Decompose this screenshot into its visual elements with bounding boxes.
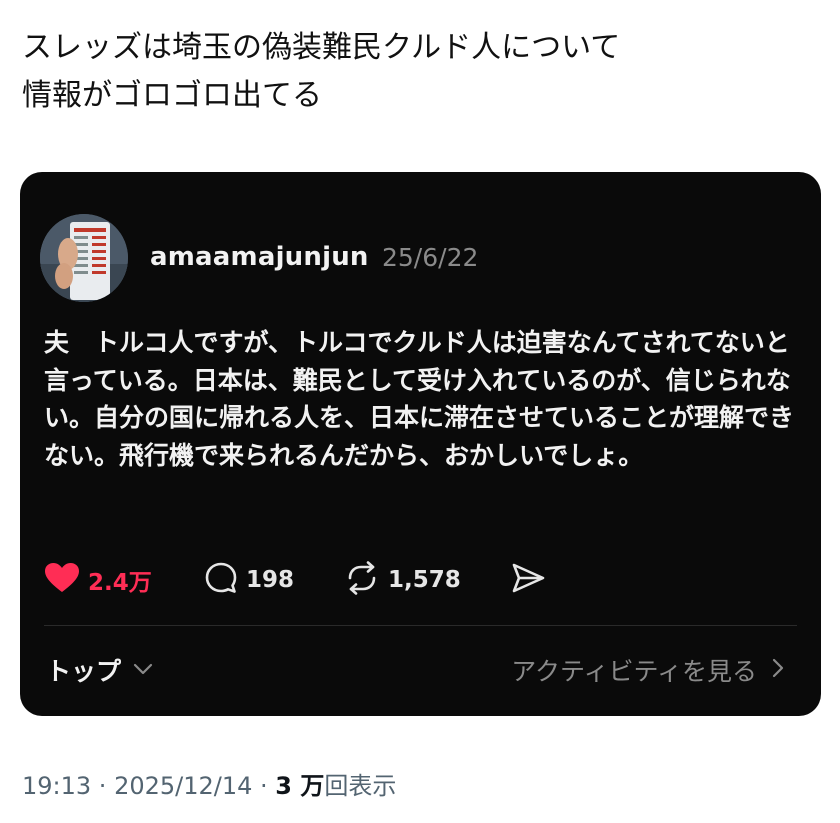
repost-button[interactable]: 1,578 bbox=[344, 560, 461, 600]
heart-icon bbox=[44, 562, 80, 598]
chevron-down-icon bbox=[133, 661, 153, 680]
chevron-right-icon bbox=[771, 658, 785, 682]
sort-label: トップ bbox=[46, 657, 122, 686]
repost-count: 1,578 bbox=[388, 567, 461, 593]
divider bbox=[44, 625, 797, 626]
comment-icon bbox=[204, 561, 238, 599]
tweet-text: スレッズは埼玉の偽装難民クルド人について 情報がゴロゴロ出てる bbox=[22, 30, 621, 113]
action-bar: 2.4万 198 1,578 bbox=[44, 560, 784, 600]
meta-separator: · bbox=[252, 772, 276, 800]
post-date: 25/6/22 bbox=[382, 243, 479, 272]
avatar-image bbox=[40, 214, 128, 302]
view-activity-label: アクティビティを見る bbox=[511, 657, 757, 686]
views-label: 回表示 bbox=[324, 772, 397, 800]
meta-separator: · bbox=[91, 772, 115, 800]
reply-count: 198 bbox=[246, 567, 295, 593]
repost-icon bbox=[344, 561, 380, 599]
views-count: 3 万 bbox=[275, 772, 325, 800]
reply-button[interactable]: 198 bbox=[204, 560, 294, 600]
like-button[interactable]: 2.4万 bbox=[44, 560, 152, 600]
share-icon bbox=[510, 561, 546, 599]
tweet-meta: 19:13 · 2025/12/14 · 3 万回表示 bbox=[22, 766, 396, 801]
like-count: 2.4万 bbox=[88, 570, 152, 596]
embedded-post-card[interactable]: amaamajunjun 25/6/22 夫 トルコ人ですが、トルコでクルド人は… bbox=[20, 172, 821, 716]
post-body: 夫 トルコ人ですが、トルコでクルド人は迫害なんてされてないと言っている。日本は、… bbox=[44, 328, 795, 470]
share-button[interactable] bbox=[510, 560, 546, 600]
username[interactable]: amaamajunjun bbox=[150, 242, 369, 272]
tweet-time[interactable]: 19:13 bbox=[22, 772, 91, 800]
sort-dropdown[interactable]: トップ bbox=[46, 652, 153, 688]
tweet-date[interactable]: 2025/12/14 bbox=[114, 772, 252, 800]
view-activity-link[interactable]: アクティビティを見る bbox=[511, 652, 785, 688]
avatar[interactable] bbox=[40, 214, 128, 302]
